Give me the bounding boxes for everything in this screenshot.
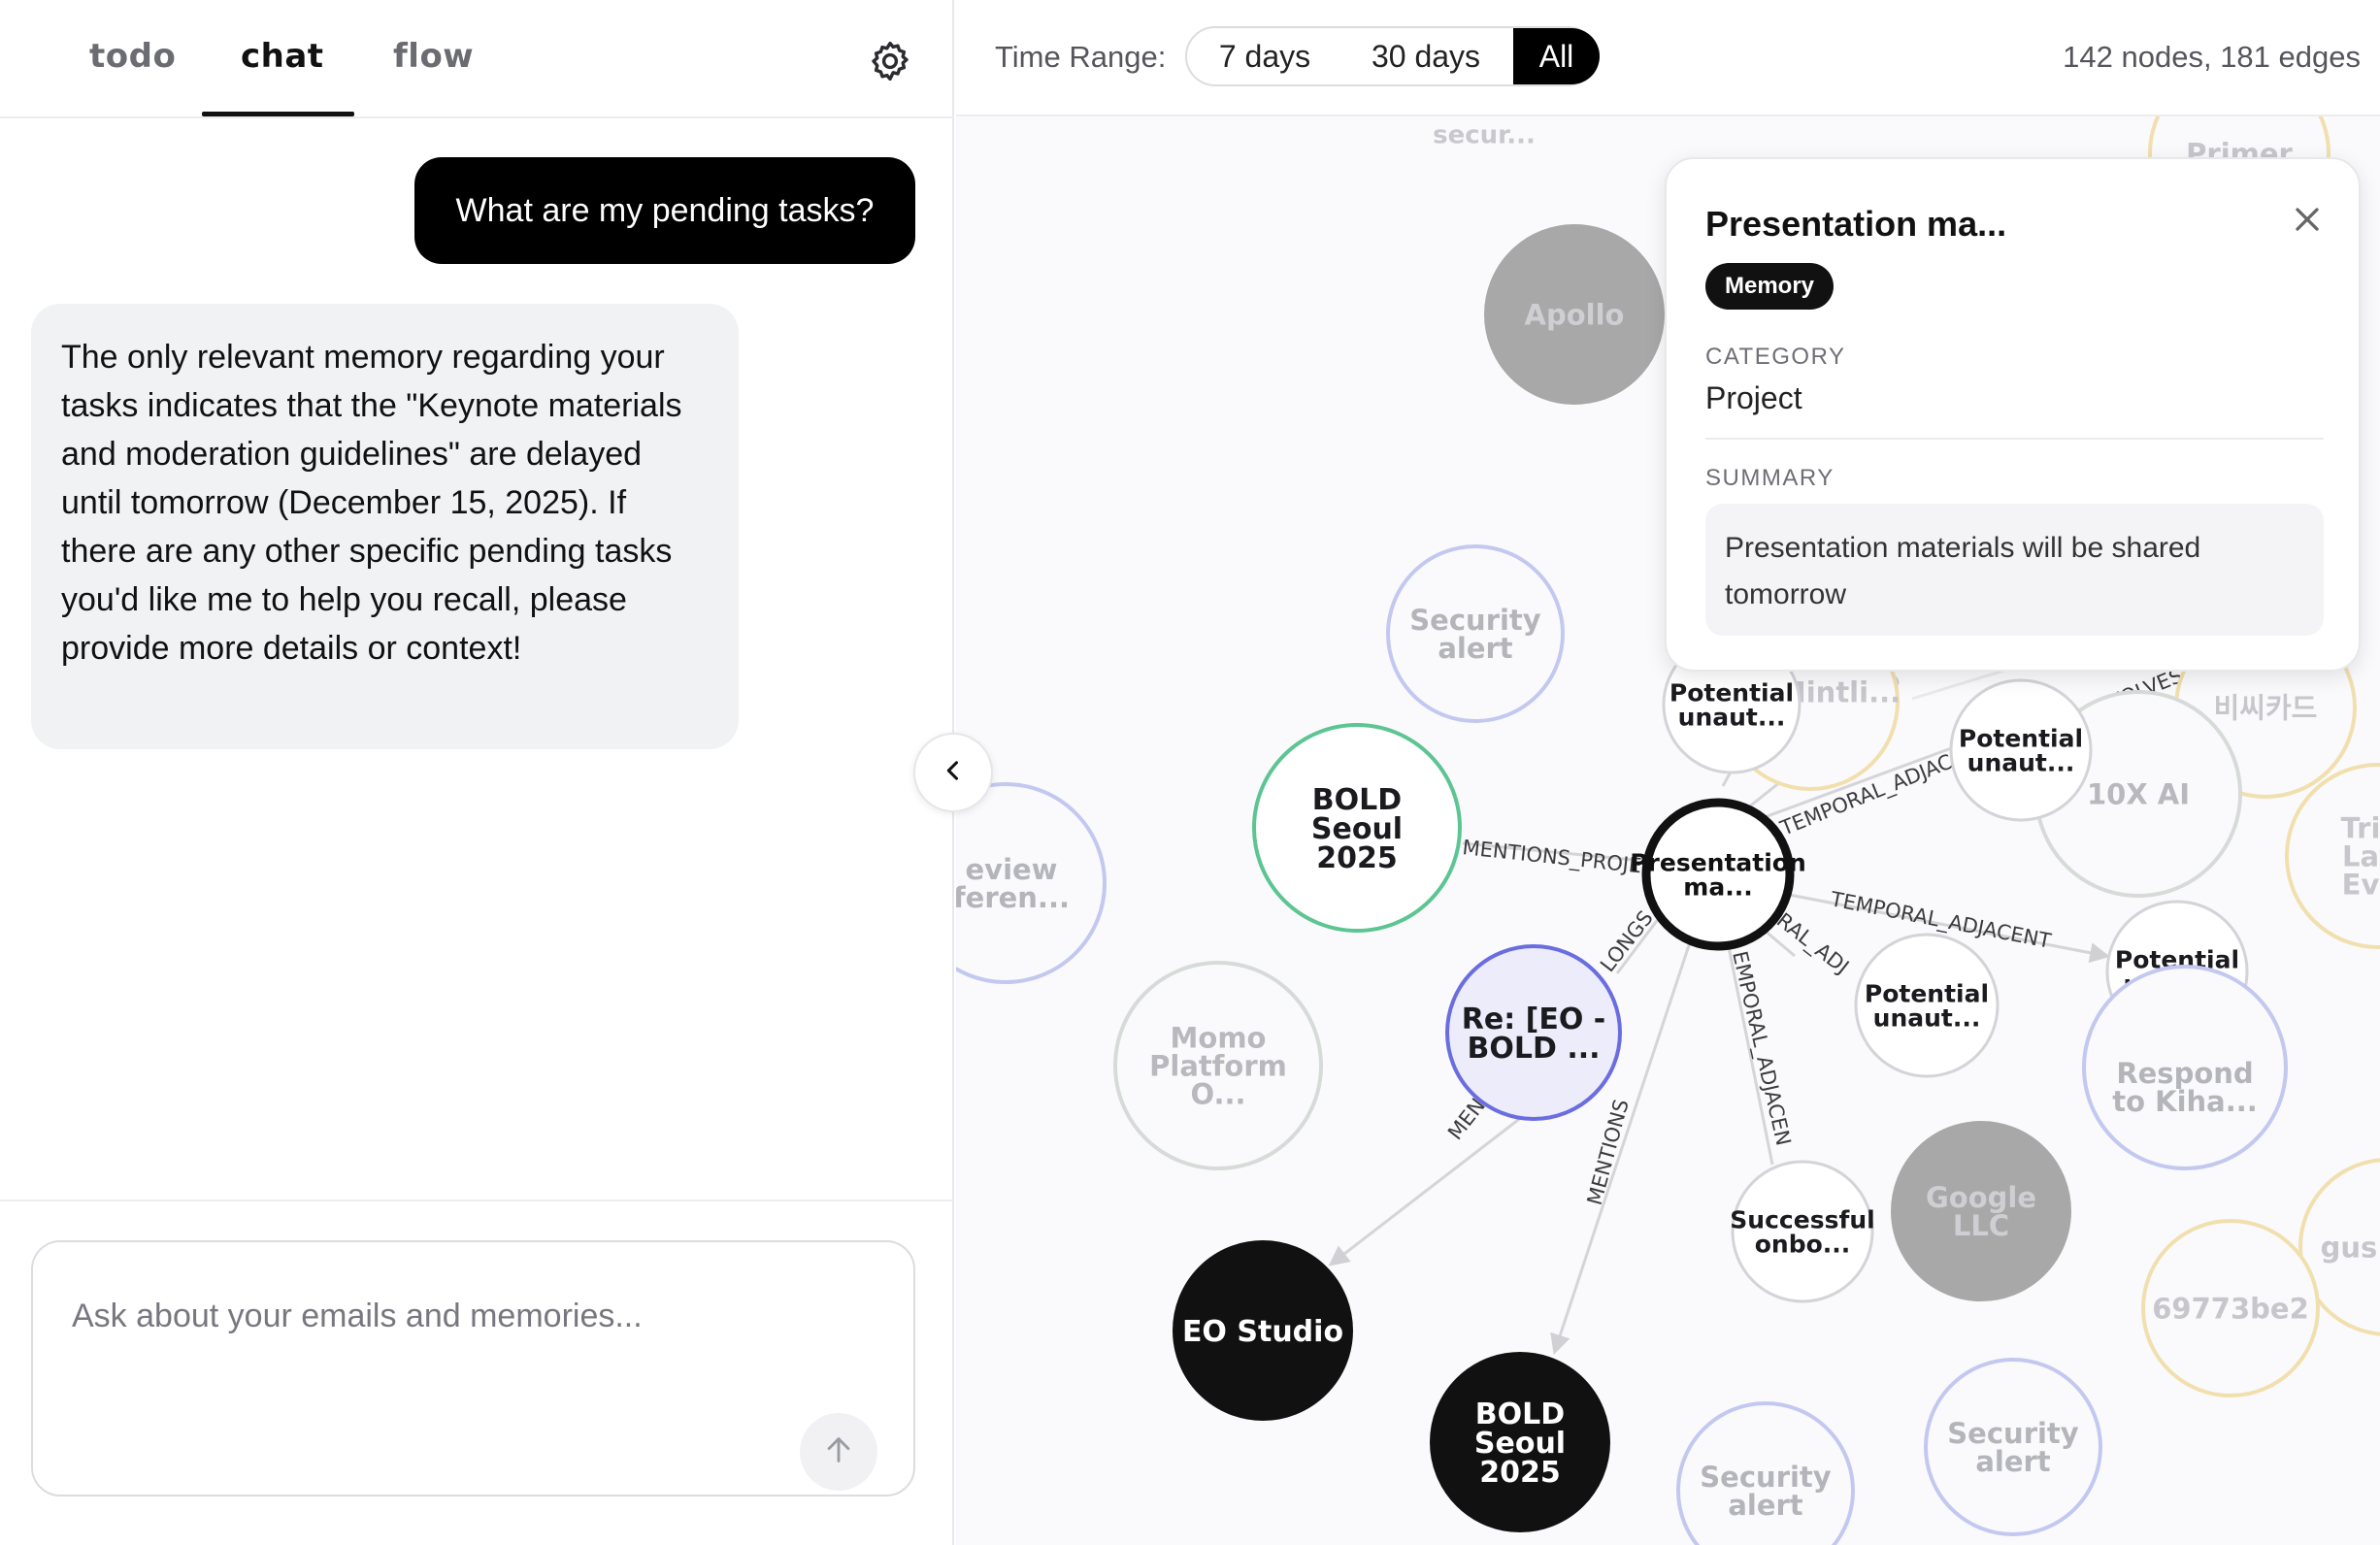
graph-node[interactable]: Successful onbo... [1730, 1160, 1875, 1303]
composer [31, 1240, 915, 1496]
graph-node-label: gus [2321, 1231, 2378, 1264]
graph-stats: 142 nodes, 181 edges [2063, 40, 2361, 74]
tab-chat[interactable]: chat [241, 37, 324, 76]
gear-icon[interactable] [867, 38, 913, 84]
time-range-label: Time Range: [995, 40, 1167, 74]
summary-text: Presentation materials will be shared to… [1705, 504, 2324, 636]
graph-node-label: Potentialunaut... [1865, 980, 1989, 1033]
graph-node-label: Respond to Kiha... [2112, 1057, 2258, 1118]
graph-node[interactable]: EO Studio [1173, 1240, 1353, 1421]
time-range-selector: 7 days 30 days All [1185, 26, 1600, 86]
node-detail-card: Presentation ma... Memory CATEGORY Proje… [1665, 157, 2361, 672]
tab-flow[interactable]: flow [393, 37, 474, 76]
arrow-up-icon [822, 1433, 855, 1471]
category-value: Project [1705, 380, 1802, 415]
composer-divider [0, 1200, 954, 1201]
chat-panel: todo chat flow What are my pending tasks… [0, 0, 954, 1545]
range-7-days-button[interactable]: 7 days [1189, 28, 1340, 84]
graph-node[interactable]: BOLD Seoul 2025 [1252, 723, 1462, 933]
graph-node[interactable]: eview feren... [956, 782, 1107, 984]
close-icon[interactable] [2288, 200, 2327, 239]
graph-node[interactable]: Potentialunaut... [1854, 933, 2000, 1078]
graph-node-label: secur... [1433, 120, 1536, 149]
assistant-message: The only relevant memory regarding your … [31, 304, 739, 749]
graph-node-label: 69773be2 [2152, 1292, 2309, 1325]
graph-node-label: EO Studio [1182, 1315, 1343, 1349]
collapse-panel-button[interactable] [913, 733, 993, 812]
graph-node[interactable]: Respond to Kiha... [2082, 965, 2288, 1170]
top-navigation: todo chat flow [0, 0, 954, 118]
graph-node[interactable]: BOLD Seoul 2025 [1430, 1352, 1610, 1532]
graph-node-label: eview feren... [956, 853, 1070, 914]
graph-node-label: Re: [EO -BOLD ... [1462, 1003, 1606, 1066]
edge-label: LONGS [1596, 906, 1658, 976]
graph-node-label: Potentialunaut... [1669, 679, 1794, 732]
summary-label: SUMMARY [1705, 465, 1835, 491]
user-message: What are my pending tasks? [414, 157, 915, 264]
graph-node-label: Apollo [1525, 298, 1625, 331]
card-divider [1705, 438, 2324, 440]
graph-toolbar: Time Range: 7 days 30 days All 142 nodes… [956, 0, 2380, 116]
graph-node-label: 비씨카드 [2214, 691, 2318, 724]
graph-node[interactable]: 69773be2 [2141, 1219, 2320, 1397]
graph-node-label: Tri La Ev [2341, 811, 2380, 901]
edge-label: MENTIONS [1583, 1097, 1634, 1207]
graph-node-label: BOLD Seoul 2025 [1474, 1397, 1566, 1490]
graph-node[interactable]: Momo Platform O... [1113, 961, 1323, 1170]
chevron-left-icon [940, 757, 967, 789]
graph-node[interactable]: Security alert [1924, 1358, 2102, 1536]
graph-node-label: BOLD Seoul 2025 [1311, 783, 1403, 875]
range-all-button[interactable]: All [1513, 28, 1600, 84]
graph-node[interactable]: Google LLC [1891, 1121, 2071, 1301]
graph-node[interactable]: Re: [EO -BOLD ... [1445, 944, 1622, 1121]
tab-todo[interactable]: todo [89, 37, 176, 76]
range-30-days-button[interactable]: 30 days [1342, 28, 1509, 84]
type-badge: Memory [1705, 263, 1835, 310]
active-tab-indicator [202, 112, 354, 116]
graph-node[interactable]: secur... [1433, 120, 1536, 149]
graph-node-label: Potentialunaut... [1959, 725, 2083, 777]
graph-node[interactable]: Apollo [1484, 224, 1665, 405]
edge-label: RAL_ADJ [1771, 908, 1853, 979]
edge-label: EMPORAL_ADJACEN [1727, 949, 1795, 1148]
detail-title: Presentation ma... [1705, 204, 2007, 244]
category-label: CATEGORY [1705, 344, 1846, 370]
send-button[interactable] [800, 1413, 877, 1491]
graph-node[interactable]: Security alert [1386, 544, 1565, 723]
graph-node[interactable]: Security alert [1676, 1401, 1855, 1545]
graph-node[interactable]: Potentialunaut... [1949, 678, 2093, 822]
chat-input[interactable] [72, 1287, 868, 1345]
edge-label: MENTIONS_PROJE [1461, 836, 1642, 878]
graph-node-label: 10X AI [2087, 777, 2190, 810]
graph-node[interactable]: Tri La Ev [2285, 763, 2380, 949]
